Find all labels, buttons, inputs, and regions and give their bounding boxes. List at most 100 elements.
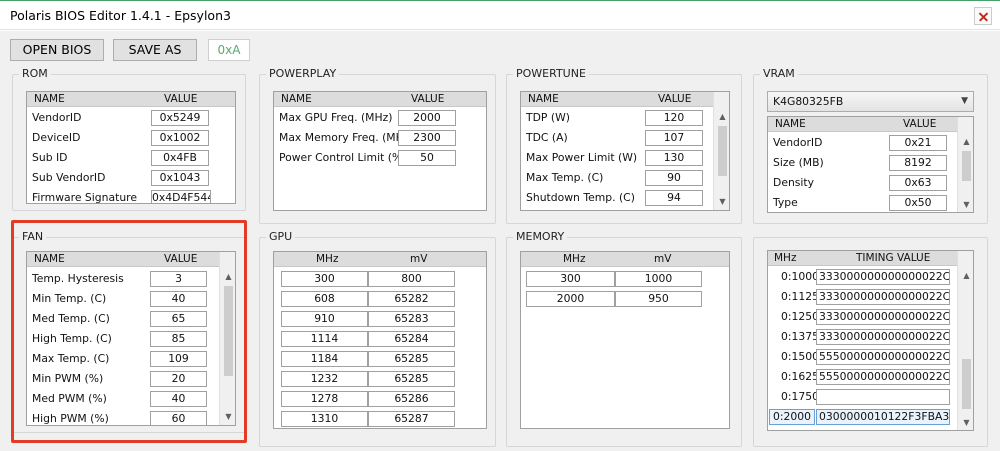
gpu-mhz[interactable]: 1114 <box>281 331 368 347</box>
rom-value[interactable]: 0x1002 <box>151 130 209 146</box>
powertune-grid: NAME VALUE TDP (W) 120 TDC (A) 107 Max P… <box>520 91 730 211</box>
powerplay-value[interactable]: 50 <box>398 150 456 166</box>
gpu-row: 1184 65285 <box>274 349 486 369</box>
timing-mhz[interactable]: 0:2000 <box>769 409 815 425</box>
chevron-up-icon[interactable]: ▲ <box>958 133 973 150</box>
vram-scrollbar[interactable]: ▲ ▼ <box>957 117 973 212</box>
gpu-mv[interactable]: 65287 <box>368 411 455 427</box>
memory-mv[interactable]: 1000 <box>615 271 702 287</box>
powertune-name: TDP (W) <box>526 111 570 124</box>
gpu-mhz[interactable]: 1278 <box>281 391 368 407</box>
powerplay-group: POWERPLAY NAME VALUE Max GPU Freq. (MHz)… <box>259 67 496 224</box>
timing-value[interactable]: 333000000000000022CC1C00 <box>816 269 950 285</box>
gpu-mv[interactable]: 65285 <box>368 351 455 367</box>
scroll-thumb[interactable] <box>718 126 727 176</box>
gpu-mhz[interactable]: 1232 <box>281 371 368 387</box>
timing-value[interactable]: 333000000000000022CC1C00 <box>816 309 950 325</box>
powerplay-value[interactable]: 2300 <box>398 130 456 146</box>
gpu-group: GPU MHz mV 300 800 608 65282 910 65283 1… <box>259 230 496 447</box>
vram-row: Type 0x50 <box>768 193 957 212</box>
vram-value[interactable]: 0x21 <box>889 135 947 151</box>
timing-mhz: 0:1250 <box>781 310 819 323</box>
timing-row: 0:1625 555000000000000022CC1C00 <box>768 367 957 387</box>
gpu-row: 1310 65287 <box>274 409 486 428</box>
rom-value[interactable]: 0x4FB <box>151 150 209 166</box>
gpu-header-mhz: MHz <box>316 253 339 265</box>
chevron-up-icon[interactable]: ▲ <box>714 108 729 125</box>
powertune-value[interactable]: 120 <box>645 110 703 126</box>
powertune-value[interactable]: 90 <box>645 170 703 186</box>
timing-value[interactable] <box>816 389 950 405</box>
rom-grid-header: NAME VALUE <box>27 92 235 107</box>
gpu-mhz[interactable]: 1184 <box>281 351 368 367</box>
timing-grid-header: MHz TIMING VALUE <box>768 251 973 266</box>
powerplay-header-value: VALUE <box>411 93 445 105</box>
close-icon[interactable] <box>974 7 992 25</box>
chevron-up-icon[interactable]: ▲ <box>958 267 973 284</box>
memory-mv[interactable]: 950 <box>615 291 702 307</box>
timing-mhz: 0:1625 <box>781 370 819 383</box>
powertune-value[interactable]: 130 <box>645 150 703 166</box>
gpu-mv[interactable]: 800 <box>368 271 455 287</box>
open-bios-button[interactable]: OPEN BIOS <box>10 39 104 61</box>
powertune-name: TDC (A) <box>526 131 568 144</box>
memory-mhz[interactable]: 300 <box>526 271 615 287</box>
vram-model-select[interactable]: K4G80325FB ▼ <box>767 91 974 112</box>
vram-value[interactable]: 0x63 <box>889 175 947 191</box>
vram-model-value: K4G80325FB <box>773 95 844 108</box>
powertune-value[interactable]: 94 <box>645 190 703 206</box>
rom-value[interactable]: 0x1043 <box>151 170 209 186</box>
vram-value[interactable]: 0x50 <box>889 195 947 211</box>
timing-value[interactable]: 333000000000000022CC1C00 <box>816 289 950 305</box>
save-as-button[interactable]: SAVE AS <box>113 39 197 61</box>
memory-mhz[interactable]: 2000 <box>526 291 615 307</box>
vram-value[interactable]: 8192 <box>889 155 947 171</box>
chevron-down-icon[interactable]: ▼ <box>714 193 729 210</box>
powertune-grid-header: NAME VALUE <box>521 92 729 107</box>
powertune-row: Max Temp. (C) 90 <box>521 168 713 188</box>
chevron-down-icon[interactable]: ▼ <box>958 196 973 212</box>
timing-scrollbar[interactable]: ▲ ▼ <box>957 251 973 430</box>
powerplay-value[interactable]: 2000 <box>398 110 456 126</box>
timing-value[interactable]: 333000000000000022CC1C00 <box>816 329 950 345</box>
powertune-name: Shutdown Temp. (C) <box>526 191 635 204</box>
gpu-grid: MHz mV 300 800 608 65282 910 65283 1114 … <box>273 251 487 429</box>
timing-value[interactable]: 555000000000000022CC1C00 <box>816 349 950 365</box>
powerplay-row: Power Control Limit (%) 50 <box>274 148 486 168</box>
scroll-thumb[interactable] <box>962 359 971 409</box>
timing-row: 0:1500 555000000000000022CC1C00 <box>768 347 957 367</box>
vram-name: Size (MB) <box>773 156 824 169</box>
rom-value[interactable]: 0x4D4F5441 <box>151 190 211 203</box>
gpu-mv[interactable]: 65286 <box>368 391 455 407</box>
rom-name: VendorID <box>32 111 82 124</box>
powertune-value[interactable]: 107 <box>645 130 703 146</box>
gpu-mv[interactable]: 65282 <box>368 291 455 307</box>
gpu-mhz[interactable]: 1310 <box>281 411 368 427</box>
timing-value[interactable]: 0300000010122F3FBA354019 <box>816 409 950 425</box>
vram-name: VendorID <box>773 136 823 149</box>
gpu-mhz[interactable]: 608 <box>281 291 368 307</box>
timing-mhz: 0:1750 <box>781 390 819 403</box>
rom-group-title: ROM <box>19 67 51 81</box>
memory-grid: MHz mV 300 1000 2000 950 <box>520 251 730 429</box>
timing-value[interactable]: 555000000000000022CC1C00 <box>816 369 950 385</box>
gpu-mhz[interactable]: 300 <box>281 271 368 287</box>
gpu-row: 1114 65284 <box>274 329 486 349</box>
powertune-group: POWERTUNE NAME VALUE TDP (W) 120 TDC (A)… <box>506 67 742 224</box>
timing-row: 0:1750 <box>768 387 957 407</box>
vram-row: VendorID 0x21 <box>768 133 957 153</box>
gpu-row: 300 800 <box>274 269 486 289</box>
scroll-thumb[interactable] <box>962 151 971 181</box>
powertune-scrollbar[interactable]: ▲ ▼ <box>713 92 729 210</box>
chevron-down-icon[interactable]: ▼ <box>961 92 968 111</box>
gpu-mv[interactable]: 65283 <box>368 311 455 327</box>
gpu-mhz[interactable]: 910 <box>281 311 368 327</box>
chevron-down-icon[interactable]: ▼ <box>958 414 973 430</box>
gpu-mv[interactable]: 65284 <box>368 331 455 347</box>
powerplay-row: Max GPU Freq. (MHz) 2000 <box>274 108 486 128</box>
memory-grid-header: MHz mV <box>521 252 729 267</box>
rom-value[interactable]: 0x5249 <box>151 110 209 126</box>
gpu-mv[interactable]: 65285 <box>368 371 455 387</box>
vram-group-title: VRAM <box>760 67 798 81</box>
powerplay-row: Max Memory Freq. (MHz) 2300 <box>274 128 486 148</box>
